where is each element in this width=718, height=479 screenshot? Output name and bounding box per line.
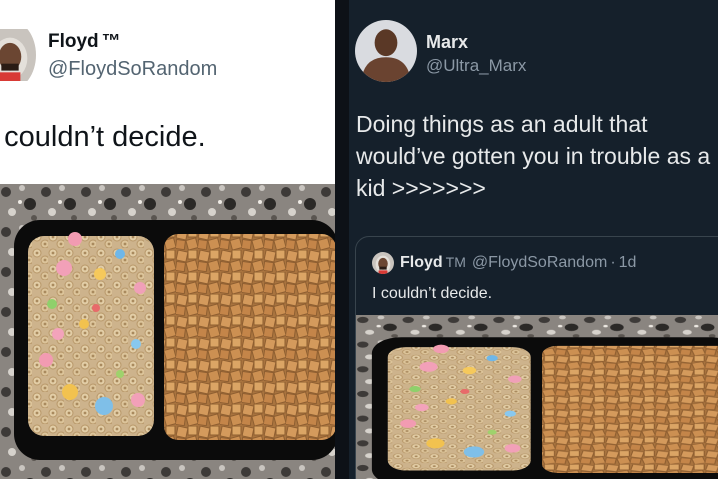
quoted-separator: · [610, 254, 616, 271]
tweet-text: I couldn’t decide. [0, 121, 206, 153]
quoted-author-handle[interactable]: @FloydSoRandom [472, 254, 607, 272]
left-tweet[interactable]: Floyd ™ @FloydSoRandom I couldn’t decide… [0, 0, 335, 479]
quoted-author-name[interactable]: Floyd [400, 254, 443, 272]
author-handle[interactable]: @Ultra_Marx [426, 56, 526, 76]
quoted-cereal-photo[interactable] [356, 315, 718, 479]
quoted-avatar[interactable] [372, 252, 394, 274]
avatar-marx[interactable] [355, 20, 417, 82]
trademark-symbol: ™ [101, 31, 121, 52]
avatar-floyd[interactable] [0, 20, 36, 90]
cereal-photo[interactable] [0, 184, 335, 479]
right-tweet[interactable]: Marx @Ultra_Marx Doing things as an adul… [349, 0, 718, 479]
divider [335, 0, 349, 479]
author-name[interactable]: Marx [426, 32, 468, 53]
author-handle[interactable]: @FloydSoRandom [48, 58, 217, 81]
quoted-timestamp[interactable]: 1d [619, 254, 637, 272]
quoted-text: I couldn’t decide. [372, 285, 493, 302]
author-name-row[interactable]: Floyd ™ [48, 31, 121, 53]
quoted-tweet[interactable]: Floyd TM @FloydSoRandom · 1d I couldn’t … [355, 236, 718, 479]
author-name[interactable]: Floyd [48, 31, 99, 53]
tweet-text: Doing things as an adult that would’ve g… [356, 111, 711, 201]
quoted-trademark: TM [445, 254, 466, 270]
quoted-header: Floyd TM @FloydSoRandom · 1d [400, 254, 636, 272]
